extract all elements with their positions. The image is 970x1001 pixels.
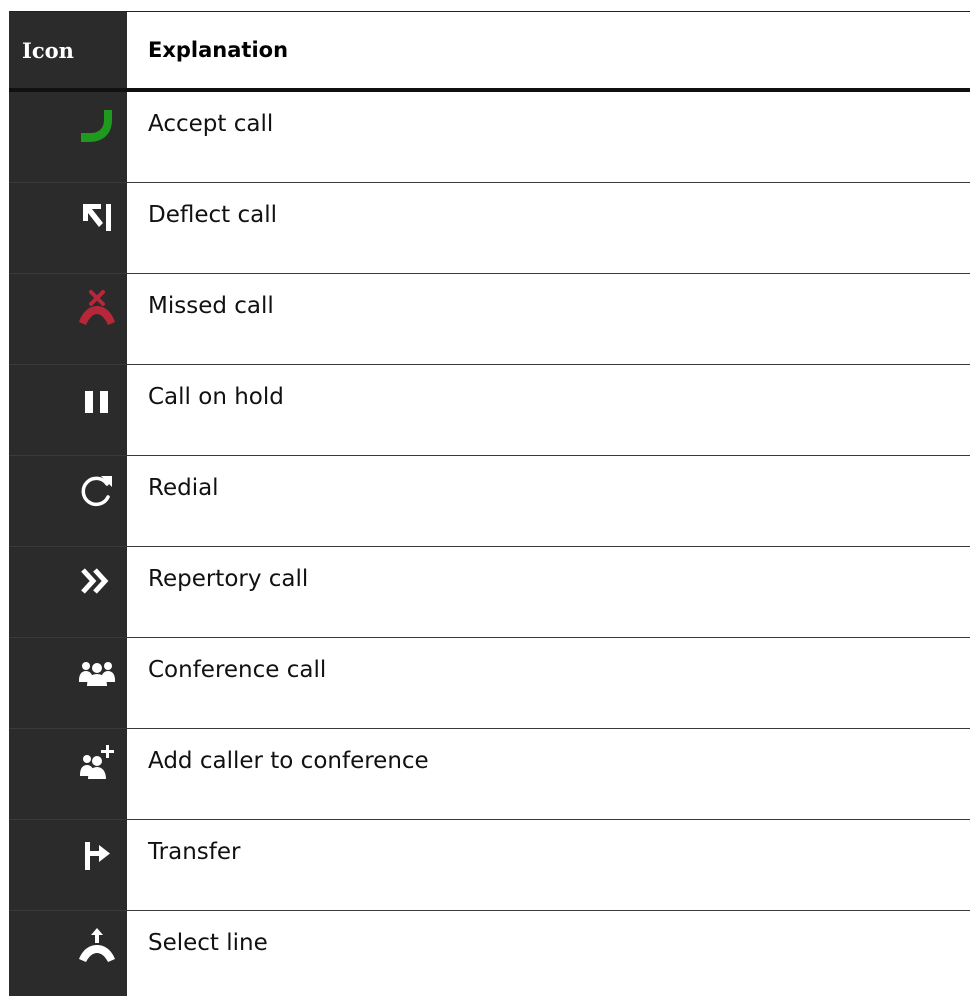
table-row: Call on hold xyxy=(9,365,970,456)
repertory-icon xyxy=(81,568,109,594)
table-row: Repertory call xyxy=(9,547,970,638)
table-row: Deflect call xyxy=(9,183,970,274)
icon-explanation-table: Icon Explanation Accept call Deflect cal… xyxy=(9,11,970,996)
explanation-text: Missed call xyxy=(127,274,970,364)
icon-cell xyxy=(9,274,127,364)
icon-cell xyxy=(9,729,127,819)
deflect-call-icon xyxy=(83,204,111,231)
table-row: Select line xyxy=(9,911,970,996)
explanation-text: Add caller to conference xyxy=(127,729,970,819)
table-row: Transfer xyxy=(9,820,970,911)
explanation-text: Repertory call xyxy=(127,547,970,637)
table-row: Add caller to conference xyxy=(9,729,970,820)
explanation-text: Redial xyxy=(127,456,970,546)
table-row: Missed call xyxy=(9,274,970,365)
explanation-text: Conference call xyxy=(127,638,970,728)
accept-call-icon xyxy=(81,110,112,142)
explanation-text: Accept call xyxy=(127,92,970,182)
table-row: Conference call xyxy=(9,638,970,729)
table-row: Accept call xyxy=(9,92,970,183)
icon-cell xyxy=(9,547,127,637)
icon-cell xyxy=(9,911,127,996)
explanation-text: Deflect call xyxy=(127,183,970,273)
select-line-icon xyxy=(79,928,115,962)
explanation-column-header: Explanation xyxy=(127,12,970,88)
table-row: Redial xyxy=(9,456,970,547)
pause-icon xyxy=(85,391,108,413)
explanation-text: Call on hold xyxy=(127,365,970,455)
icon-cell xyxy=(9,820,127,910)
icon-cell xyxy=(9,365,127,455)
table-header: Icon Explanation xyxy=(9,12,970,92)
redial-icon xyxy=(81,476,112,507)
transfer-icon xyxy=(85,842,110,870)
explanation-text: Transfer xyxy=(127,820,970,910)
icon-cell xyxy=(9,183,127,273)
icon-cell xyxy=(9,638,127,728)
explanation-text: Select line xyxy=(127,911,970,996)
icon-cell xyxy=(9,456,127,546)
conference-icon xyxy=(79,662,115,686)
add-conference-icon xyxy=(80,745,114,779)
icon-cell xyxy=(9,92,127,182)
missed-call-icon xyxy=(79,290,115,325)
icon-column-header: Icon xyxy=(9,12,127,88)
